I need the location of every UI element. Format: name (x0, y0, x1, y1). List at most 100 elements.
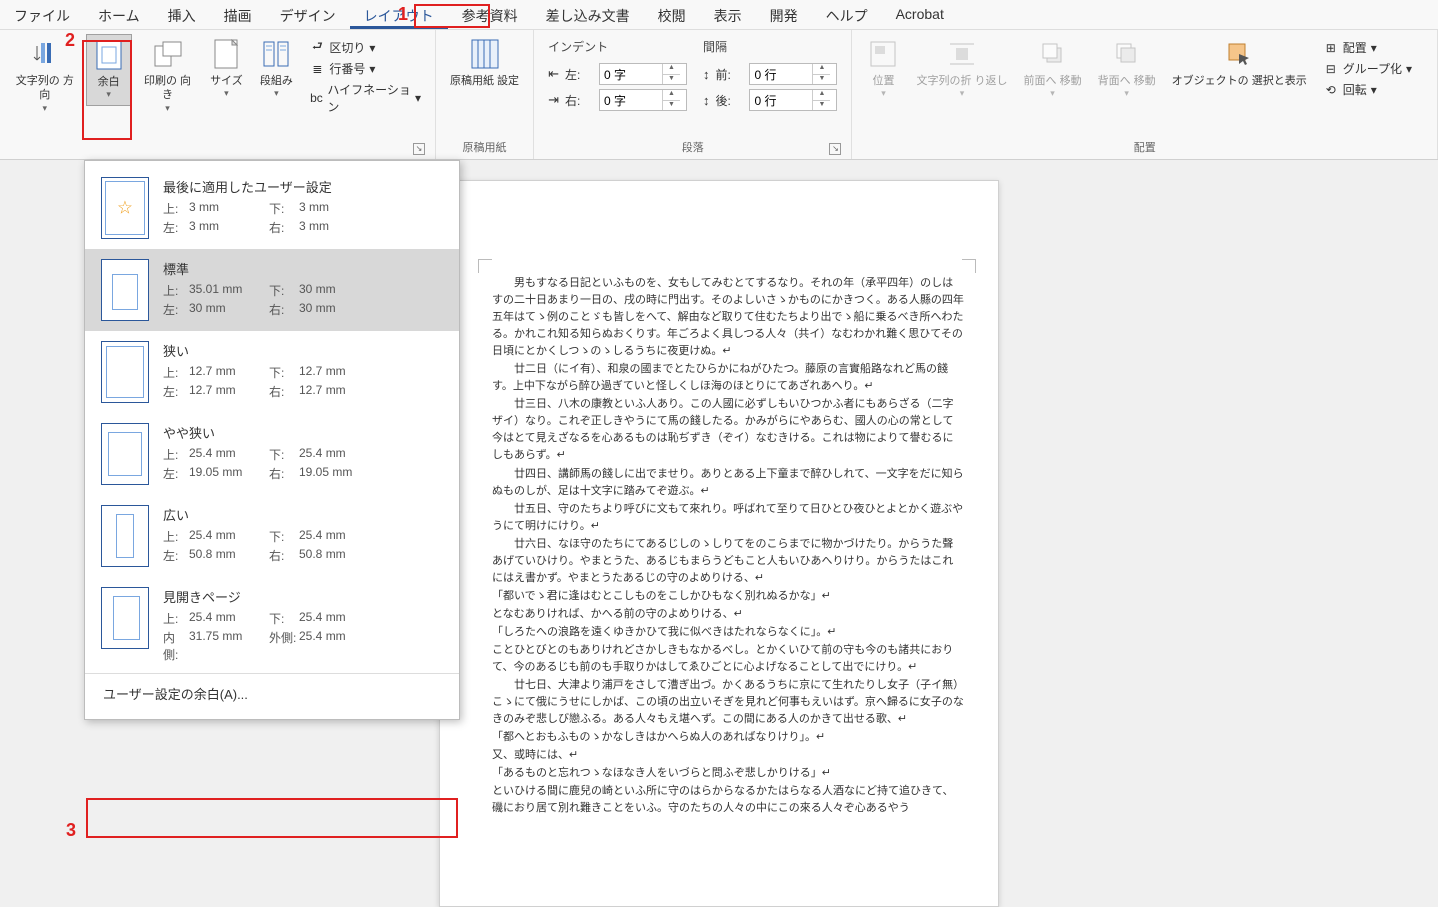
document-paragraph: 男もすなる日記といふものを、女もしてみむとてするなり。それの年（承平四年）のしは… (492, 275, 964, 360)
menu-tab-差し込み文書[interactable]: 差し込み文書 (532, 0, 644, 29)
align-button[interactable]: ⊞配置 ▾ (1321, 38, 1414, 57)
selection-pane-icon (1223, 38, 1255, 70)
columns-button[interactable]: 段組み▾ (253, 34, 299, 104)
rotate-button[interactable]: ⟲回転 ▾ (1321, 80, 1414, 99)
margin-option-wide[interactable]: 広い上:25.4 mm下:25.4 mm左:50.8 mm右:50.8 mm (85, 495, 459, 577)
document-paragraph: 廿四日、講師馬の餞しに出でませり。ありとある上下童まで醉ひしれて、一文字をだに知… (492, 466, 964, 500)
page-setup-launcher[interactable]: ↘ (413, 143, 425, 155)
indent-right-input[interactable]: ▲▼ (599, 89, 687, 111)
document-paragraph: 又、或時には、↵ (492, 747, 964, 764)
size-label: サイズ (210, 74, 243, 88)
document-paragraph: 「都いでゝ君に逢はむとこしものをこしかひもなく別れぬるかな」↵ (492, 588, 964, 605)
menu-tab-ホーム[interactable]: ホーム (84, 0, 154, 29)
menu-tab-挿入[interactable]: 挿入 (154, 0, 210, 29)
indent-right-label: 右: (565, 92, 593, 109)
document-page: 男もすなる日記といふものを、女もしてみむとてするなり。それの年（承平四年）のしは… (439, 180, 999, 907)
text-direction-label: 文字列の 方向 (14, 74, 76, 103)
margins-button[interactable]: 余白▾ (86, 34, 132, 106)
document-paragraph: 「都へとおもふものゝかなしきはかへらぬ人のあればなりけり」。↵ (492, 729, 964, 746)
group-icon: ⊟ (1323, 61, 1339, 77)
margin-option-narrow[interactable]: 狭い上:12.7 mm下:12.7 mm左:12.7 mm右:12.7 mm (85, 331, 459, 413)
position-icon (867, 38, 899, 70)
group-paragraph: インデント ⇤ 左: ▲▼ ⇥ 右: ▲▼ 間隔 ↕ 前: ▲▼ (534, 30, 852, 159)
space-before-input[interactable]: ▲▼ (749, 63, 837, 85)
breaks-icon: ⮐ (309, 40, 325, 56)
text-direction-icon (29, 38, 61, 70)
breaks-button[interactable]: ⮐区切り ▾ (307, 38, 423, 57)
group-label-page-setup: ↘ (8, 155, 427, 157)
margin-option-name: やや狭い (163, 423, 443, 442)
columns-label: 段組み (260, 74, 293, 88)
indent-right-icon: ⇥ (548, 92, 559, 108)
page-setup-small: ⮐区切り ▾ ≣行番号 ▾ bcハイフネーション ▾ (303, 34, 427, 120)
margin-option-name: 狭い (163, 341, 443, 360)
callout-2: 2 (65, 30, 75, 51)
wrap-button[interactable]: 文字列の折 り返し▾ (910, 34, 1013, 104)
indent-header: インデント (548, 38, 608, 55)
indent-left-input[interactable]: ▲▼ (599, 63, 687, 85)
menu-tab-デザイン[interactable]: デザイン (266, 0, 350, 29)
document-paragraph: 廿五日、守のたちより呼びに文もて來れり。呼ばれて至りて日ひとひ夜ひとよとかく遊ぶ… (492, 501, 964, 535)
orientation-label: 印刷の 向き (142, 74, 194, 103)
orientation-icon (152, 38, 184, 70)
menu-tab-ファイル[interactable]: ファイル (0, 0, 84, 29)
margin-option-name: 最後に適用したユーザー設定 (163, 177, 443, 196)
margin-option-user[interactable]: ☆最後に適用したユーザー設定上:3 mm下:3 mm左:3 mm右:3 mm (85, 167, 459, 249)
menu-tab-校閲[interactable]: 校閲 (644, 0, 700, 29)
callout-1: 1 (398, 4, 408, 25)
margin-option-name: 見開きページ (163, 587, 443, 606)
document-paragraph: となむありければ、かへる前の守のよめりける、↵ (492, 606, 964, 623)
document-paragraph: 廿六日、なほ守のたちにてあるじしのゝしりてをのこらまでに物かづけたり。からうた聲… (492, 536, 964, 587)
menu-tab-開発[interactable]: 開発 (756, 0, 812, 29)
orientation-button[interactable]: 印刷の 向き▾ (136, 34, 200, 118)
group-manuscript: 原稿用紙 設定 原稿用紙 (436, 30, 534, 159)
group-label-paragraph: 段落↘ (542, 139, 843, 157)
menu-tab-参考資料[interactable]: 参考資料 (448, 0, 532, 29)
space-after-icon: ↕ (703, 93, 710, 108)
margin-option-name: 広い (163, 505, 443, 524)
spacing-header: 間隔 (703, 38, 727, 55)
ribbon: 文字列の 方向▾ 余白▾ 印刷の 向き▾ サイズ▾ 段組み▾ ⮐区切り ▾ ≣行… (0, 30, 1438, 160)
indent-left-icon: ⇤ (548, 66, 559, 82)
custom-margins-button[interactable]: ユーザー設定の余白(A)... (85, 673, 459, 713)
size-icon (210, 38, 242, 70)
document-paragraph: 「しろたへの浪路を遠くゆきかひて我に似べきはたれならなくに」。↵ (492, 624, 964, 641)
document-paragraph: ことひとびとのもありけれどさかしきもなかるべし。とかくいひて前の守も今のも諸共に… (492, 642, 964, 676)
space-after-input[interactable]: ▲▼ (749, 89, 837, 111)
manuscript-button[interactable]: 原稿用紙 設定 (444, 34, 525, 92)
document-paragraph: といひける間に鹿兒の崎といふ所に守のはらからなるかたはらなる人酒なにど持て追ひき… (492, 783, 964, 817)
document-paragraph: 廿二日（にイ有）、和泉の國までとたひらかにねがひたつ。藤原の言實船路なれど馬の餞… (492, 361, 964, 395)
send-backward-icon (1111, 38, 1143, 70)
wrap-icon (946, 38, 978, 70)
group-label-manuscript: 原稿用紙 (444, 139, 525, 157)
margins-label: 余白 (98, 75, 120, 89)
send-backward-button[interactable]: 背面へ 移動▾ (1092, 34, 1162, 104)
indent-left-label: 左: (565, 66, 593, 83)
space-after-label: 後: (715, 92, 743, 109)
size-button[interactable]: サイズ▾ (203, 34, 249, 104)
margin-option-normal[interactable]: 標準上:35.01 mm下:30 mm左:30 mm右:30 mm (85, 249, 459, 331)
margin-option-moderate[interactable]: やや狭い上:25.4 mm下:25.4 mm左:19.05 mm右:19.05 … (85, 413, 459, 495)
margin-option-name: 標準 (163, 259, 443, 278)
selection-pane-button[interactable]: オブジェクトの 選択と表示 (1166, 34, 1313, 92)
margin-option-mirror[interactable]: 見開きページ上:25.4 mm下:25.4 mm内側:31.75 mm外側:25… (85, 577, 459, 673)
menu-tab-描画[interactable]: 描画 (210, 0, 266, 29)
margins-icon (93, 39, 125, 71)
rotate-icon: ⟲ (1323, 82, 1339, 98)
bring-forward-icon (1037, 38, 1069, 70)
position-button[interactable]: 位置▾ (860, 34, 906, 104)
bring-forward-button[interactable]: 前面へ 移動▾ (1018, 34, 1088, 104)
margins-dropdown: ☆最後に適用したユーザー設定上:3 mm下:3 mm左:3 mm右:3 mm標準… (84, 160, 460, 720)
space-before-icon: ↕ (703, 67, 710, 82)
group-arrange: 位置▾ 文字列の折 り返し▾ 前面へ 移動▾ 背面へ 移動▾ オブジェクトの 選… (852, 30, 1438, 159)
paragraph-launcher[interactable]: ↘ (829, 143, 841, 155)
menu-tab-Acrobat[interactable]: Acrobat (882, 0, 958, 29)
document-paragraph: 廿七日、大津より浦戸をさして漕ぎ出づ。かくあるうちに京にて生れたりし女子（子イ無… (492, 677, 964, 728)
line-numbers-button[interactable]: ≣行番号 ▾ (307, 59, 423, 78)
group-label-arrange: 配置 (860, 139, 1429, 157)
menu-tab-ヘルプ[interactable]: ヘルプ (812, 0, 882, 29)
hyphenation-button[interactable]: bcハイフネーション ▾ (307, 80, 423, 116)
callout-3: 3 (66, 820, 76, 841)
menu-tab-表示[interactable]: 表示 (700, 0, 756, 29)
group-button[interactable]: ⊟グループ化 ▾ (1321, 59, 1414, 78)
